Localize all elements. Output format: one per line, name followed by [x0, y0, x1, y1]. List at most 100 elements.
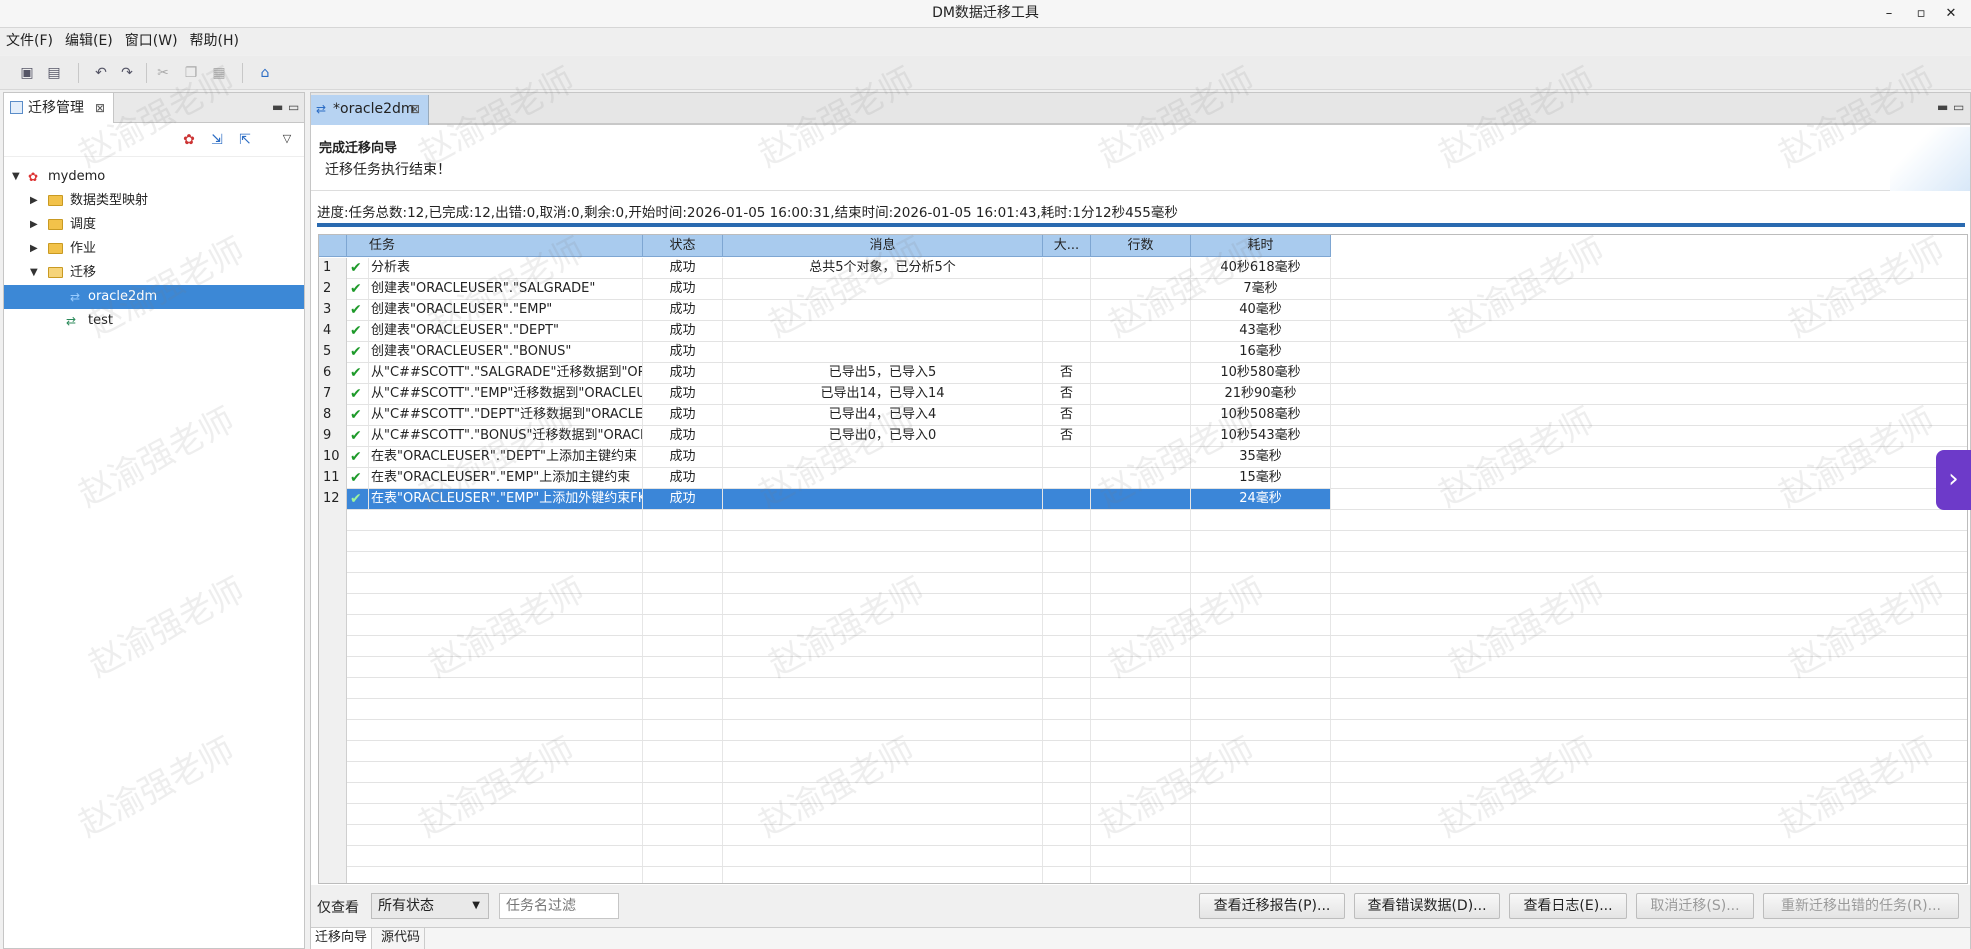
editor-area: ⇄ *oracle2dm ⊠ ▬ ▭ 完成迁移向导 迁移任务执行结束！ 进度:任…	[310, 92, 1971, 949]
tree-label: oracle2dm	[88, 289, 158, 304]
table-row[interactable]: 9✔ 从"C##SCOTT"."BONUS"迁移数据到"ORACLEUS...成功…	[319, 426, 1967, 447]
menu-help[interactable]: 帮助(H)	[184, 28, 245, 55]
minimize-editor-icon[interactable]: ▬	[1937, 93, 1948, 121]
cell-message	[723, 321, 1043, 341]
empty-cell	[1043, 615, 1091, 635]
close-icon[interactable]: ✕	[1936, 0, 1966, 27]
table-row[interactable]: 10 ✔ 在表"ORACLEUSER"."DEPT"上添加主键约束 成功 35毫秒	[319, 447, 1967, 468]
column-header-time[interactable]: 耗时	[1191, 235, 1331, 257]
column-header-message[interactable]: 消息	[723, 235, 1043, 257]
empty-cell	[1043, 825, 1091, 845]
undo-icon[interactable]: ↶	[92, 64, 110, 82]
expand-side-panel-button[interactable]: ›	[1936, 450, 1971, 510]
status-filter-select[interactable]: 所有状态 ▼	[371, 893, 489, 919]
empty-cell	[1091, 720, 1191, 740]
expand-arrow-icon[interactable]: ▼	[30, 261, 38, 285]
cell-task: 从"C##SCOTT"."EMP"迁移数据到"ORACLEUSER"...	[369, 384, 643, 404]
folder-icon	[48, 243, 63, 254]
tree-item-schedule[interactable]: ▶ 调度	[4, 213, 304, 237]
export-icon[interactable]: ⇱	[236, 131, 254, 149]
tree-item-type-mapping[interactable]: ▶ 数据类型映射	[4, 189, 304, 213]
table-row[interactable]: 11 ✔ 在表"ORACLEUSER"."EMP"上添加主键约束 成功 15毫秒	[319, 468, 1967, 489]
table-row	[319, 615, 1967, 636]
empty-cell	[1091, 510, 1191, 530]
table-row[interactable]: 5 ✔ 创建表"ORACLEUSER"."BONUS" 成功 16毫秒	[319, 342, 1967, 363]
cancel-migration-button[interactable]: 取消迁移(S)...	[1636, 893, 1754, 919]
menu-edit[interactable]: 编辑(E)	[59, 28, 119, 55]
empty-cell	[1091, 531, 1191, 551]
cell-task: 在表"ORACLEUSER"."EMP"上添加外键约束FK_DE...	[369, 489, 643, 509]
view-error-data-button[interactable]: 查看错误数据(D)...	[1354, 893, 1500, 919]
table-row[interactable]: 3 ✔ 创建表"ORACLEUSER"."EMP" 成功 40毫秒	[319, 300, 1967, 321]
copy-icon[interactable]: ❐	[182, 64, 200, 82]
table-row[interactable]: 1 ✔ 分析表 成功 总共5个对象，已分析5个 40秒618毫秒	[319, 258, 1967, 279]
empty-cell	[1191, 615, 1331, 635]
table-row[interactable]: 4 ✔ 创建表"ORACLEUSER"."DEPT" 成功 43毫秒	[319, 321, 1967, 342]
empty-cell	[1091, 615, 1191, 635]
tree-item-migration[interactable]: ▼ 迁移	[4, 261, 304, 285]
empty-cell	[643, 594, 723, 614]
table-row	[319, 636, 1967, 657]
maximize-icon[interactable]: ▫	[1906, 0, 1936, 27]
row-number: 11	[319, 468, 347, 489]
minimize-icon[interactable]: –	[1874, 0, 1904, 27]
empty-cell	[1091, 552, 1191, 572]
cell-large	[1043, 468, 1091, 488]
tab-source-code[interactable]: 源代码	[377, 928, 426, 949]
empty-cell	[347, 762, 643, 782]
maximize-panel-icon[interactable]: ▭	[288, 93, 299, 121]
menu-window[interactable]: 窗口(W)	[119, 28, 184, 55]
folder-icon	[48, 195, 63, 206]
cut-icon[interactable]: ✂	[154, 64, 172, 82]
save-all-icon[interactable]: ▤	[45, 64, 63, 82]
task-name-filter-input[interactable]	[499, 893, 619, 919]
column-header-large[interactable]: 大...	[1043, 235, 1091, 257]
view-menu-icon[interactable]: ▽	[278, 129, 296, 147]
empty-cell	[723, 783, 1043, 803]
home-icon[interactable]: ⌂	[256, 64, 274, 82]
cell-large	[1043, 342, 1091, 362]
tree-item-mydemo[interactable]: ▼ ✿ mydemo	[4, 165, 304, 189]
tree-item-oracle2dm[interactable]: ⇄ oracle2dm	[4, 285, 304, 309]
close-tab-icon[interactable]: ⊠	[410, 95, 420, 123]
maximize-editor-icon[interactable]: ▭	[1953, 93, 1964, 121]
tab-migration-wizard[interactable]: 迁移向导	[311, 928, 373, 949]
empty-cell	[1043, 531, 1091, 551]
minimize-panel-icon[interactable]: ▬	[272, 93, 283, 121]
paste-icon[interactable]: ▦	[210, 64, 228, 82]
table-row	[319, 825, 1967, 846]
table-row[interactable]: 8✔ 从"C##SCOTT"."DEPT"迁移数据到"ORACLEUSER...成…	[319, 405, 1967, 426]
column-header-rows[interactable]: 行数	[1091, 235, 1191, 257]
table-row	[319, 699, 1967, 720]
task-table[interactable]: 任务 状态 消息 大... 行数 耗时 1 ✔ 分析表 成功 总共5个对象，已分析5个 4…	[318, 234, 1968, 884]
column-header-task[interactable]: 任务	[347, 235, 643, 257]
table-row[interactable]: 12✔ 在表"ORACLEUSER"."EMP"上添加外键约束FK_DE...成功…	[319, 489, 1967, 510]
table-row[interactable]: 7✔ 从"C##SCOTT"."EMP"迁移数据到"ORACLEUSER"...成…	[319, 384, 1967, 405]
tab-oracle2dm[interactable]: ⇄ *oracle2dm ⊠	[311, 95, 429, 125]
tree-item-jobs[interactable]: ▶ 作业	[4, 237, 304, 261]
close-tab-icon[interactable]: ⊠	[95, 93, 105, 123]
new-project-icon[interactable]: ✿	[180, 131, 198, 149]
view-report-button[interactable]: 查看迁移报告(P)...	[1199, 893, 1345, 919]
empty-cell	[347, 573, 643, 593]
collapse-arrow-icon[interactable]: ▶	[30, 237, 38, 261]
retry-failed-button[interactable]: 重新迁移出错的任务(R)...	[1763, 893, 1959, 919]
collapse-arrow-icon[interactable]: ▶	[30, 213, 38, 237]
expand-arrow-icon[interactable]: ▼	[12, 165, 20, 189]
view-log-button[interactable]: 查看日志(E)...	[1509, 893, 1627, 919]
column-header-status[interactable]: 状态	[643, 235, 723, 257]
tab-migration-manager[interactable]: 迁移管理 ⊠	[4, 93, 114, 123]
import-icon[interactable]: ⇲	[208, 131, 226, 149]
redo-icon[interactable]: ↷	[118, 64, 136, 82]
success-check-icon: ✔	[350, 281, 362, 297]
save-icon[interactable]: ▣	[18, 64, 36, 82]
table-row[interactable]: 2 ✔ 创建表"ORACLEUSER"."SALGRADE" 成功 7毫秒	[319, 279, 1967, 300]
empty-cell	[1191, 531, 1331, 551]
table-row[interactable]: 6✔ 从"C##SCOTT"."SALGRADE"迁移数据到"ORACLE...成…	[319, 363, 1967, 384]
tree-item-test[interactable]: ⇄ test	[4, 309, 304, 333]
tree-label: 调度	[70, 217, 97, 232]
collapse-arrow-icon[interactable]: ▶	[30, 189, 38, 213]
menu-file[interactable]: 文件(F)	[0, 28, 59, 55]
empty-cell	[347, 636, 643, 656]
empty-cell	[643, 783, 723, 803]
